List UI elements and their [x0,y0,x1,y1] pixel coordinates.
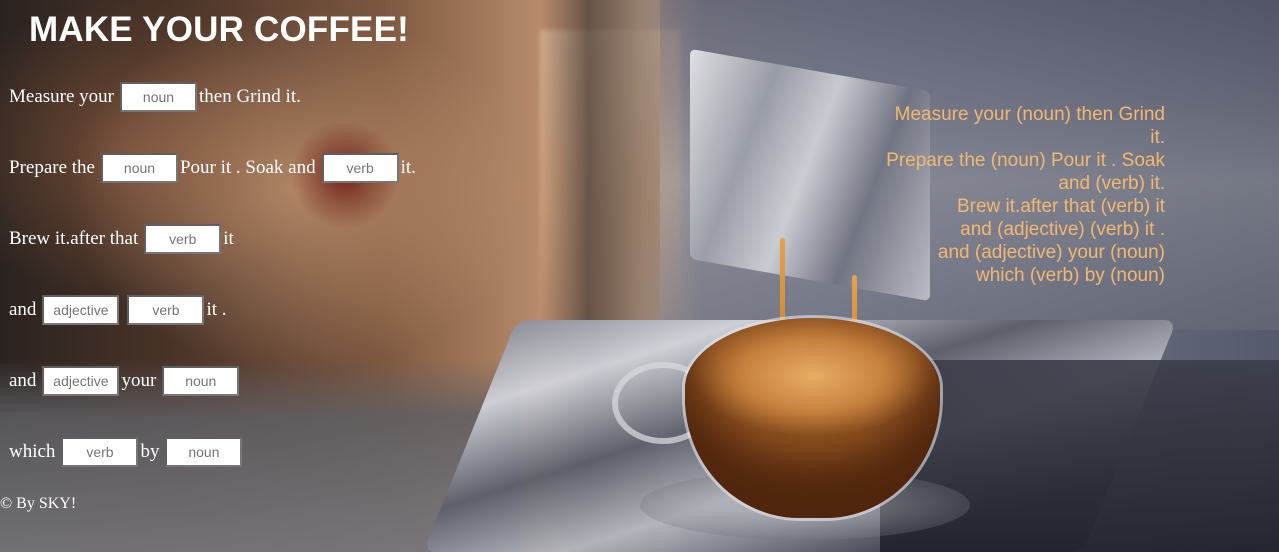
verb-input-1[interactable] [321,153,399,183]
story-line: Prepare the (noun) Pour it . Soak [886,150,1165,171]
row-1-text-1: Measure your [9,86,114,107]
form-row-1: Measure your then Grind it. [9,82,301,112]
form-row-5: and your [9,366,241,396]
story-line: and (adjective) (verb) it . [960,219,1165,240]
form-row-3: Brew it.after that it [9,224,234,254]
story-line: Measure your (noun) then Grind [894,104,1165,125]
row-5-text-1: and [9,370,37,391]
adjective-input-2[interactable] [42,366,120,396]
verb-input-3[interactable] [127,295,205,325]
noun-input-1[interactable] [120,82,197,112]
row-2-text-2: Pour it . Soak and [179,157,316,178]
row-4-text-1: and [9,299,37,320]
row-5-text-2: your [121,370,157,391]
story-line: and (adjective) your (noun) [937,242,1165,263]
verb-input-2[interactable] [144,224,222,254]
noun-input-2[interactable] [100,153,178,183]
adjective-input-1[interactable] [42,295,120,325]
copyright-footer: © By SKY! [0,495,77,512]
form-row-4: and it . [9,295,227,325]
page-title: MAKE YOUR COFFEE! [29,10,409,49]
noun-input-4[interactable] [165,437,243,467]
row-2-text-3: it. [400,157,416,178]
row-3-text-2: it [223,228,234,249]
row-6-text-1: which [9,441,56,462]
story-output: Measure your (noun) then Grind it. Prepa… [865,103,1165,287]
form-row-2: Prepare the Pour it . Soak and it. [9,153,416,183]
story-line: Brew it.after that (verb) it [956,196,1165,217]
row-6-text-2: by [140,441,160,462]
form-row-6: which by [9,437,244,467]
noun-input-3[interactable] [162,366,240,396]
row-2-text-1: Prepare the [9,157,95,178]
verb-input-4[interactable] [61,437,139,467]
story-line: which (verb) by (noun) [975,265,1165,286]
story-line: and (verb) it. [1058,173,1165,194]
row-4-text-3: it . [206,299,227,320]
story-line: it. [1150,127,1165,148]
row-3-text-1: Brew it.after that [9,228,139,249]
row-1-text-2: then Grind it. [199,86,301,107]
